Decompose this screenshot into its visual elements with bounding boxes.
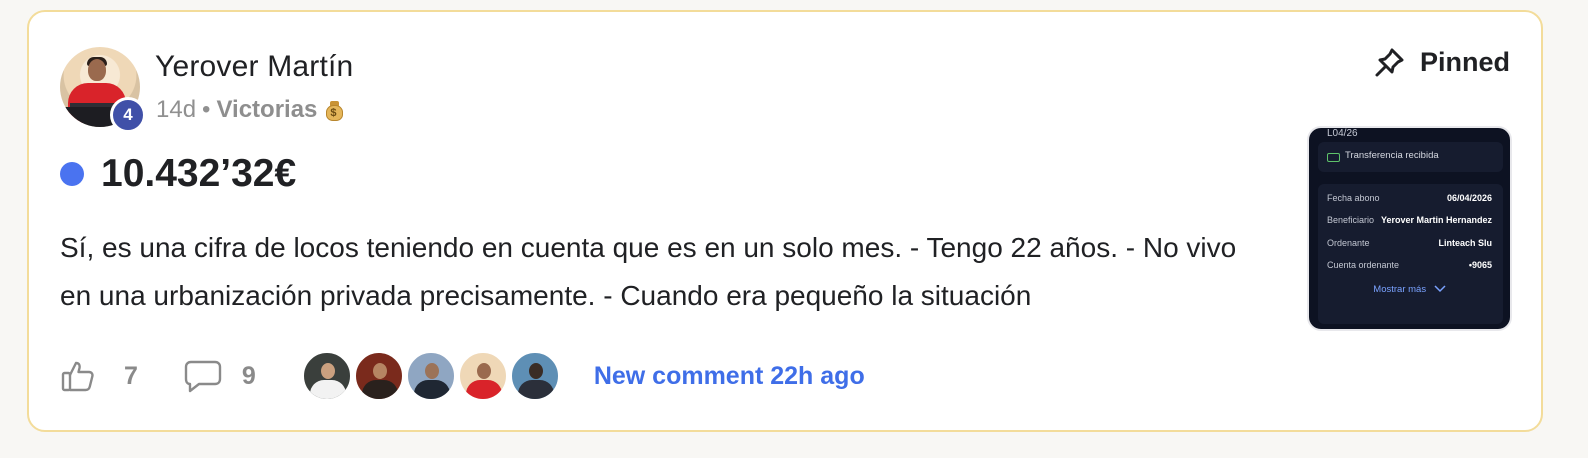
pinned-label: Pinned <box>1419 46 1510 77</box>
post-time: 14d <box>156 96 197 123</box>
comment-button[interactable]: 9 <box>184 359 256 393</box>
attachment-row: Cuenta ordenante •9065 <box>1327 260 1492 270</box>
comment-count: 9 <box>241 361 256 390</box>
attachment-thumbnail[interactable]: L04/26 Transferencia recibida Fecha abon… <box>1307 126 1512 331</box>
attachment-row-value: 06/04/2026 <box>1446 193 1492 203</box>
pinned-indicator: Pinned <box>1374 46 1510 78</box>
post-title[interactable]: 10.432’32€ <box>101 152 296 196</box>
post-meta: 14d • Victorias $ <box>156 96 344 124</box>
author-name[interactable]: Yerover Martín <box>155 50 353 84</box>
attachment-row-label: Beneficiario <box>1327 215 1375 225</box>
attachment-row: Fecha abono 06/04/2026 <box>1327 193 1492 203</box>
unread-dot <box>60 162 84 186</box>
attachment-row-label: Fecha abono <box>1327 193 1380 203</box>
attachment-row-label: Ordenante <box>1327 238 1370 248</box>
attachment-date: L04/26 <box>1327 128 1358 139</box>
pin-icon <box>1375 48 1404 77</box>
like-button[interactable]: 7 <box>60 358 138 394</box>
attachment-show-more-label: Mostrar más <box>1373 284 1427 295</box>
money-bag-icon: $ <box>325 99 344 121</box>
attachment-show-more: Mostrar más <box>1309 284 1510 295</box>
author-level-badge: 4 <box>110 97 146 133</box>
commenter-avatar[interactable] <box>353 351 404 401</box>
commenter-avatar[interactable] <box>457 351 508 401</box>
attachment-row-value: •9065 <box>1468 260 1492 270</box>
attachment-row-label: Cuenta ordenante <box>1327 260 1400 270</box>
attachment-transfer-label: Transferencia recibida <box>1345 150 1439 161</box>
post-card[interactable]: 4 Yerover Martín 14d • Victorias $ Pinne… <box>27 10 1543 432</box>
comment-bubble-icon <box>184 360 222 393</box>
thumbs-up-icon <box>61 361 94 392</box>
commenter-avatar[interactable] <box>405 351 456 401</box>
post-body-preview[interactable]: Sí, es una cifra de locos teniendo en cu… <box>60 224 1275 320</box>
attachment-details-panel <box>1318 184 1503 324</box>
attachment-row: Beneficiario Yerover Martin Hernandez <box>1327 215 1492 225</box>
author-avatar-wrapper[interactable]: 4 <box>60 47 146 133</box>
post-category[interactable]: Victorias <box>216 96 317 124</box>
post-title-row[interactable]: 10.432’32€ <box>60 152 296 196</box>
new-comment-link[interactable]: New comment 22h ago <box>594 362 865 391</box>
money-transfer-icon <box>1327 153 1340 162</box>
meta-separator: • <box>202 96 211 123</box>
commenter-avatar[interactable] <box>509 351 560 401</box>
like-count: 7 <box>124 361 138 390</box>
attachment-row-value: Linteach Slu <box>1438 238 1492 248</box>
attachment-row-value: Yerover Martin Hernandez <box>1380 215 1492 225</box>
attachment-row: Ordenante Linteach Slu <box>1327 238 1492 248</box>
chevron-down-icon <box>1434 285 1446 293</box>
post-footer: 7 9 New comment 22h ago <box>60 350 865 402</box>
commenter-avatar[interactable] <box>301 351 352 401</box>
commenter-avatars[interactable] <box>301 351 562 401</box>
